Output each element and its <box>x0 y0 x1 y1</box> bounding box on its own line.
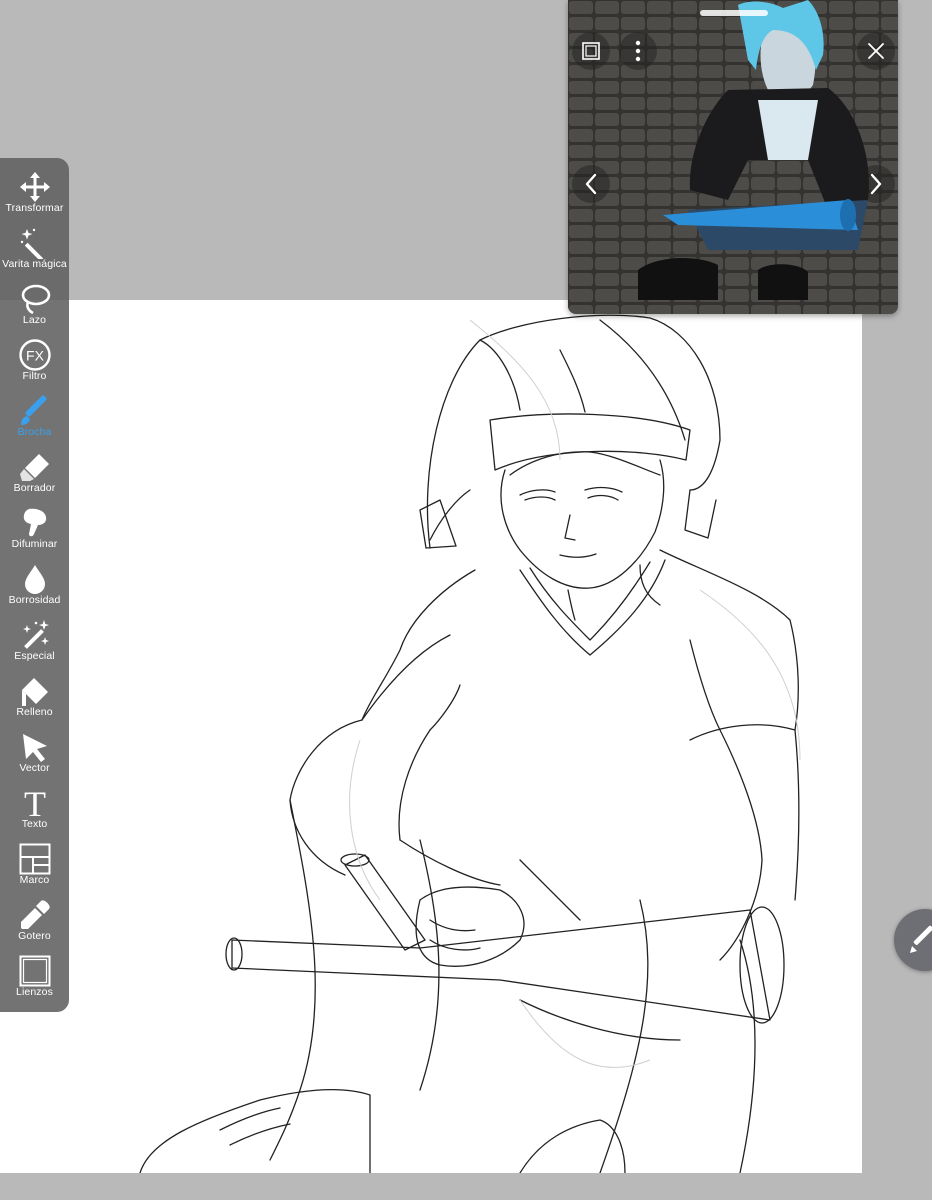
frame-toggle-button[interactable] <box>572 32 610 70</box>
lasso-icon <box>18 282 52 316</box>
tool-label: Marco <box>19 874 50 886</box>
more-vertical-icon <box>635 40 641 62</box>
tool-sidebar: Transformar Varita mágica Lazo FX Filtro… <box>0 158 69 1012</box>
tool-label: Vector <box>19 762 50 774</box>
tool-difuminar[interactable]: Difuminar <box>0 496 69 552</box>
tool-label: Difuminar <box>11 538 58 550</box>
tool-borrador[interactable]: Borrador <box>0 440 69 496</box>
reference-photo <box>568 0 898 314</box>
tool-label: Varita mágica <box>2 258 67 270</box>
frame-panels-icon <box>18 842 52 876</box>
smudge-icon <box>18 506 52 540</box>
move-arrows-icon <box>18 170 52 204</box>
next-button[interactable] <box>857 165 895 203</box>
tool-label: Gotero <box>18 930 51 942</box>
text-icon: T <box>18 786 52 820</box>
brush-pen-icon <box>910 925 932 953</box>
tool-label: Borrador <box>13 482 56 494</box>
canvas-icon <box>18 954 52 988</box>
tool-label: Brocha <box>17 426 52 438</box>
tool-label: Filtro <box>22 370 47 382</box>
drag-handle[interactable] <box>700 10 768 16</box>
chevron-right-icon <box>870 173 882 195</box>
fx-filter-icon: FX <box>18 338 52 372</box>
tool-brocha[interactable]: Brocha <box>0 384 69 440</box>
tool-label: Transformar <box>5 202 64 214</box>
tool-borrosidad[interactable]: Borrosidad <box>0 552 69 608</box>
drawing-canvas[interactable] <box>0 300 862 1173</box>
tool-label: Relleno <box>16 706 53 718</box>
tool-lazo[interactable]: Lazo <box>0 272 69 328</box>
tool-label: Borrosidad <box>8 594 61 606</box>
magic-wand-icon <box>18 226 52 260</box>
more-options-button[interactable] <box>619 32 657 70</box>
svg-text:FX: FX <box>26 348 45 364</box>
tool-especial[interactable]: Especial <box>0 608 69 664</box>
tool-filtro[interactable]: FX Filtro <box>0 328 69 384</box>
tool-relleno[interactable]: Relleno <box>0 664 69 720</box>
previous-button[interactable] <box>572 165 610 203</box>
tool-texto[interactable]: T Texto <box>0 776 69 832</box>
close-button[interactable] <box>857 32 895 70</box>
close-icon <box>868 43 884 59</box>
blur-drop-icon <box>18 562 52 596</box>
tool-label: Texto <box>21 818 48 830</box>
svg-text:T: T <box>24 786 46 820</box>
brush-quick-button[interactable] <box>894 909 932 971</box>
tool-vector[interactable]: Vector <box>0 720 69 776</box>
tool-label: Lienzos <box>16 986 53 998</box>
tool-transformar[interactable]: Transformar <box>0 160 69 216</box>
line-art-drawing <box>139 314 801 1173</box>
eraser-icon <box>18 450 52 484</box>
reference-window[interactable] <box>568 0 898 314</box>
tool-varita-magica[interactable]: Varita mágica <box>0 216 69 272</box>
tool-marco[interactable]: Marco <box>0 832 69 888</box>
tool-label: Lazo <box>22 314 47 326</box>
eyedropper-icon <box>18 898 52 932</box>
special-sparkle-icon <box>18 618 52 652</box>
tool-label: Especial <box>14 650 55 662</box>
tool-gotero[interactable]: Gotero <box>0 888 69 944</box>
fill-bucket-icon <box>18 674 52 708</box>
chevron-left-icon <box>585 173 597 195</box>
vector-arrow-icon <box>18 730 52 764</box>
brush-icon <box>18 394 52 428</box>
tool-lienzos[interactable]: Lienzos <box>0 944 69 1000</box>
frame-toggle-icon <box>582 42 600 60</box>
